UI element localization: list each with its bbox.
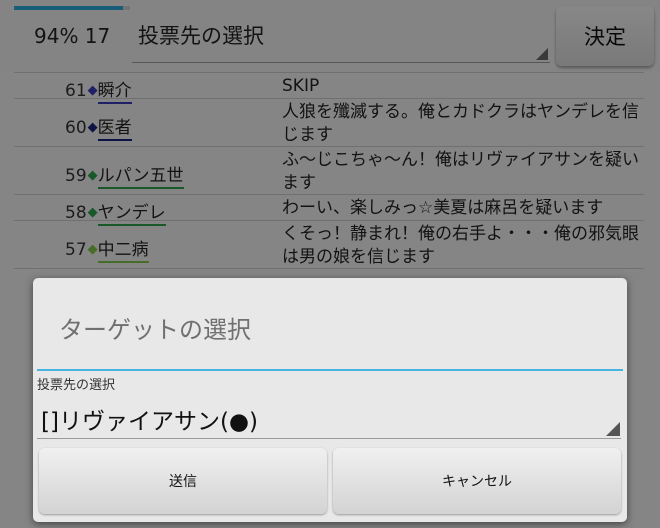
dialog-title: ターゲットの選択 — [59, 316, 251, 344]
target-select-dialog: ターゲットの選択 投票先の選択 []リヴァイアサン(●) 送信 キャンセル — [33, 278, 627, 522]
vote-target-select[interactable]: []リヴァイアサン(●) — [37, 392, 621, 439]
dropdown-caret-icon — [606, 422, 620, 436]
cancel-button[interactable]: キャンセル — [333, 448, 621, 514]
selected-target-value: []リヴァイアサン(●) — [41, 409, 258, 435]
vote-target-field-label: 投票先の選択 — [37, 378, 116, 393]
dialog-title-divider — [37, 369, 623, 371]
send-button[interactable]: 送信 — [39, 448, 327, 514]
